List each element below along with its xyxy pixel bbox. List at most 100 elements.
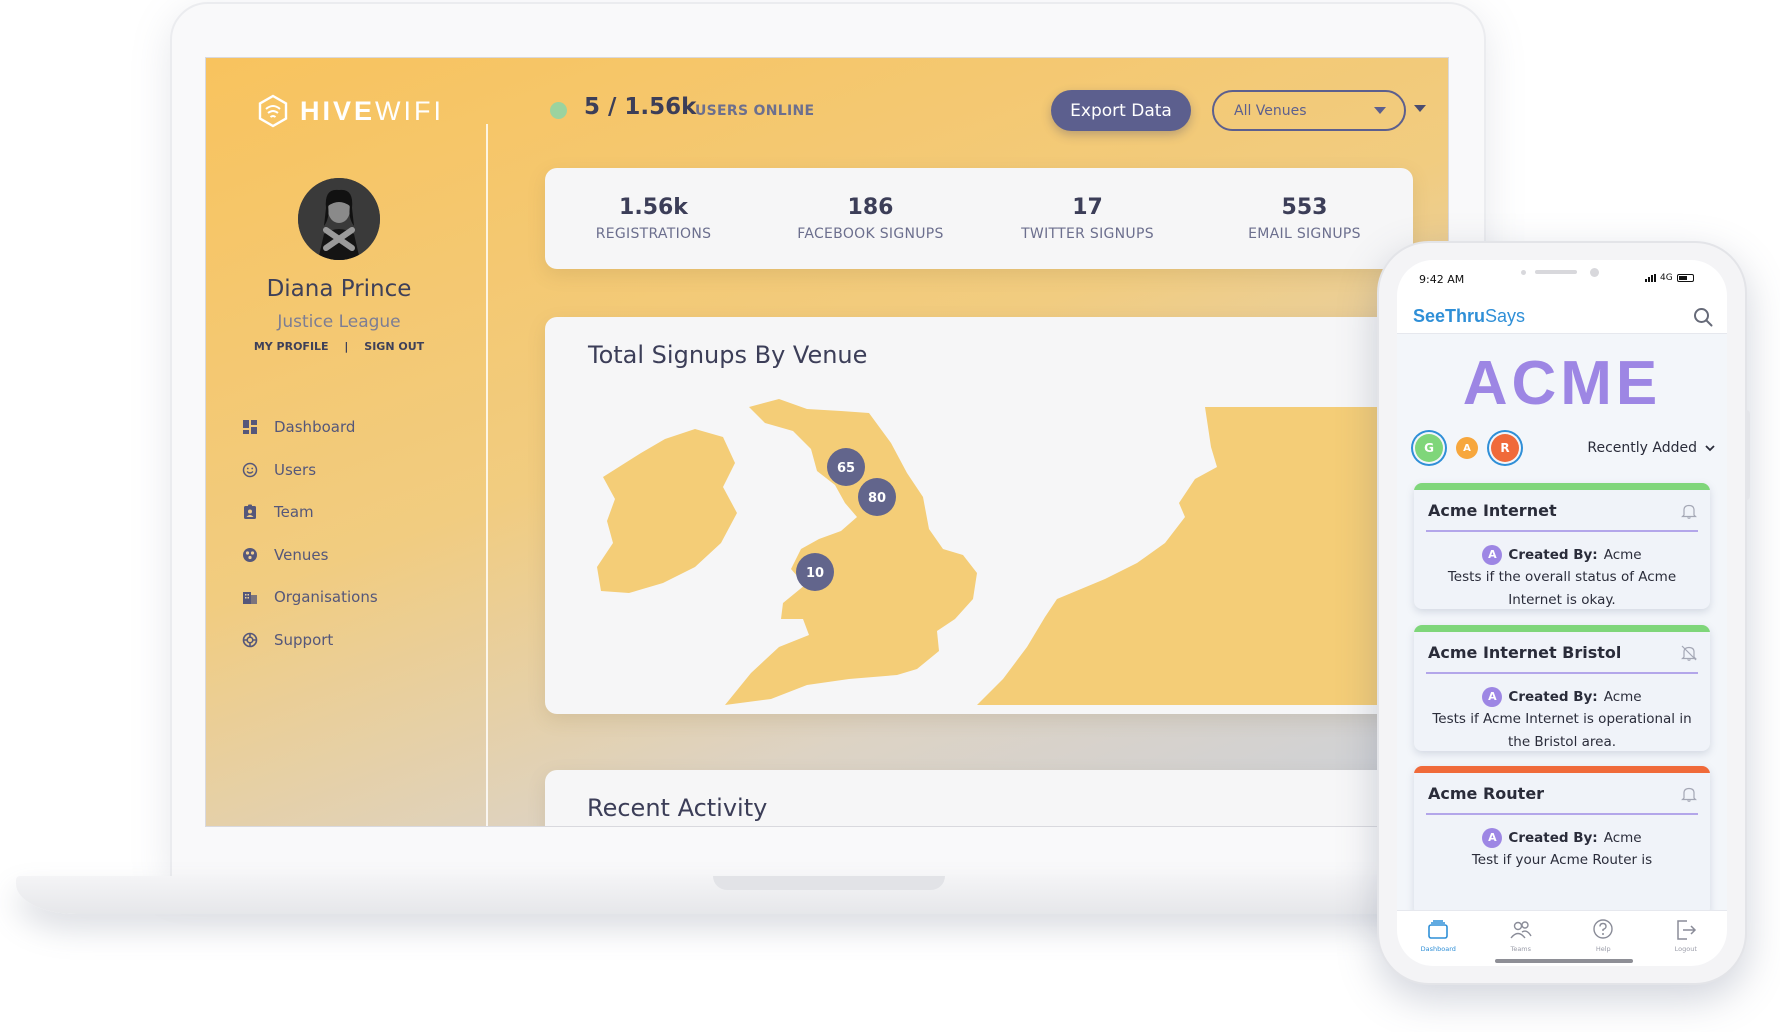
map-marker[interactable]: 10 bbox=[796, 553, 834, 591]
card-title: Acme Internet bbox=[1428, 501, 1557, 520]
sidebar-item-venues[interactable]: Venues bbox=[242, 534, 378, 577]
map-marker[interactable]: 80 bbox=[858, 478, 896, 516]
stat-facebook-signups: 186 FACEBOOK SIGNUPS bbox=[762, 168, 979, 269]
brand[interactable]: HIVEWIFI bbox=[256, 94, 444, 128]
online-status-dot bbox=[550, 102, 567, 119]
export-data-button[interactable]: Export Data bbox=[1051, 90, 1191, 131]
tab-dashboard[interactable]: Dashboard bbox=[1408, 917, 1468, 966]
bell-off-icon[interactable] bbox=[1680, 644, 1698, 662]
card-body: A Created By: Acme Tests if Acme Interne… bbox=[1414, 674, 1710, 751]
card-header: Acme Router bbox=[1426, 773, 1698, 815]
online-label: USERS ONLINE bbox=[695, 103, 815, 119]
created-label: Created By: bbox=[1508, 547, 1598, 563]
app-bar: SeeThruSays bbox=[1397, 300, 1727, 334]
venue-icon bbox=[242, 547, 258, 563]
sidebar-item-dashboard[interactable]: Dashboard bbox=[242, 406, 378, 449]
tab-label: Logout bbox=[1674, 945, 1697, 953]
creator-badge: A bbox=[1482, 828, 1503, 849]
stage: HIVEWIFI Diana Prince Justice League MY … bbox=[0, 0, 1780, 1032]
caret-down-icon bbox=[1374, 107, 1386, 114]
venue-select[interactable]: All Venues bbox=[1212, 90, 1406, 131]
sidebar-divider bbox=[486, 124, 488, 826]
tab-label: Dashboard bbox=[1420, 945, 1456, 953]
venue-select-value: All Venues bbox=[1234, 102, 1307, 119]
signups-map-card: Total Signups By Venue 65 80 10 bbox=[545, 317, 1413, 714]
phone-camera bbox=[1590, 268, 1599, 277]
sidebar-nav: Dashboard Users Team Venues Organisation… bbox=[242, 406, 378, 661]
bell-icon[interactable] bbox=[1680, 785, 1698, 803]
tab-label: Help bbox=[1595, 945, 1611, 953]
sidebar-item-users[interactable]: Users bbox=[242, 449, 378, 492]
card-body: A Created By: Acme Test if your Acme Rou… bbox=[1414, 815, 1710, 872]
test-card[interactable]: Acme Internet Bristol A Created By: Acme… bbox=[1414, 625, 1710, 751]
building-icon bbox=[242, 589, 258, 605]
link-separator: | bbox=[344, 340, 349, 353]
filter-red-chip[interactable]: R bbox=[1491, 434, 1519, 462]
status-bar-red bbox=[1414, 766, 1710, 773]
sign-out-link[interactable]: SIGN OUT bbox=[364, 340, 424, 353]
status-bar: 9:42 AM 4G bbox=[1397, 260, 1727, 300]
stat-registrations: 1.56k REGISTRATIONS bbox=[545, 168, 762, 269]
stat-value: 17 bbox=[1072, 195, 1103, 220]
phone-side-button bbox=[1745, 410, 1750, 500]
stat-value: 553 bbox=[1281, 195, 1328, 220]
stats-card: 1.56k REGISTRATIONS 186 FACEBOOK SIGNUPS… bbox=[545, 168, 1413, 269]
brand-name: HIVEWIFI bbox=[300, 95, 445, 126]
stat-label: EMAIL SIGNUPS bbox=[1248, 226, 1361, 242]
test-card[interactable]: Acme Router A Created By: Acme Test if y… bbox=[1414, 766, 1710, 916]
phone-screen: 9:42 AM 4G SeeThruSays ACME G A R Recent… bbox=[1397, 260, 1727, 966]
hive-logo-icon bbox=[258, 94, 288, 128]
card-creator: A Created By: Acme bbox=[1428, 827, 1696, 849]
sidebar-item-label: Venues bbox=[274, 545, 329, 564]
card-title: Acme Router bbox=[1428, 784, 1545, 803]
sidebar-item-label: Support bbox=[274, 630, 334, 649]
laptop-notch bbox=[713, 876, 945, 890]
stat-label: REGISTRATIONS bbox=[595, 226, 712, 242]
sort-dropdown[interactable]: Recently Added bbox=[1587, 440, 1715, 456]
user-name: Diana Prince bbox=[266, 276, 412, 302]
card-header: Acme Internet bbox=[1426, 490, 1698, 532]
stat-email-signups: 553 EMAIL SIGNUPS bbox=[1196, 168, 1413, 269]
app-logo[interactable]: SeeThruSays bbox=[1413, 306, 1525, 327]
test-card[interactable]: Acme Internet A Created By: Acme Tests i… bbox=[1414, 483, 1710, 609]
filter-amber-chip[interactable]: A bbox=[1456, 437, 1478, 459]
map-marker[interactable]: 65 bbox=[827, 448, 865, 486]
my-profile-link[interactable]: MY PROFILE bbox=[254, 340, 329, 353]
status-bar-green bbox=[1414, 483, 1710, 490]
help-icon bbox=[1593, 919, 1613, 939]
sidebar-item-label: Dashboard bbox=[274, 418, 356, 437]
signal-icon bbox=[1645, 274, 1656, 282]
smiley-icon bbox=[242, 462, 258, 478]
filter-green-chip[interactable]: G bbox=[1415, 434, 1443, 462]
card-body: A Created By: Acme Tests if the overall … bbox=[1414, 532, 1710, 609]
activity-title: Recent Activity bbox=[587, 794, 768, 822]
created-by: Acme bbox=[1603, 689, 1642, 705]
sidebar-item-team[interactable]: Team bbox=[242, 491, 378, 534]
dashboard-tab-icon bbox=[1428, 920, 1449, 939]
marker-count: 80 bbox=[868, 491, 886, 506]
sidebar-item-label: Team bbox=[274, 503, 314, 522]
account-menu-caret-icon[interactable] bbox=[1414, 105, 1426, 112]
status-bar-green bbox=[1414, 625, 1710, 632]
created-label: Created By: bbox=[1508, 689, 1598, 705]
bell-icon[interactable] bbox=[1680, 502, 1698, 520]
logout-icon bbox=[1677, 920, 1696, 940]
sidebar-item-organisations[interactable]: Organisations bbox=[242, 576, 378, 619]
user-org: Justice League bbox=[277, 312, 401, 332]
avatar[interactable] bbox=[298, 178, 380, 260]
sidebar-item-support[interactable]: Support bbox=[242, 619, 378, 662]
card-creator: A Created By: Acme bbox=[1428, 686, 1696, 708]
sort-label: Recently Added bbox=[1587, 440, 1697, 456]
venue-map[interactable]: 65 80 10 bbox=[545, 317, 1413, 714]
network-type: 4G bbox=[1660, 273, 1673, 283]
card-description: Tests if Acme Internet is operational in… bbox=[1432, 711, 1692, 750]
search-icon[interactable] bbox=[1693, 307, 1713, 327]
tab-logout[interactable]: Logout bbox=[1656, 917, 1716, 966]
card-header: Acme Internet Bristol bbox=[1426, 632, 1698, 674]
phone-sensor bbox=[1521, 270, 1526, 275]
stat-label: FACEBOOK SIGNUPS bbox=[797, 226, 944, 242]
tab-label: Teams bbox=[1510, 945, 1532, 953]
sidebar-item-label: Organisations bbox=[274, 588, 378, 607]
stat-value: 186 bbox=[847, 195, 894, 220]
badge-icon bbox=[242, 504, 258, 520]
